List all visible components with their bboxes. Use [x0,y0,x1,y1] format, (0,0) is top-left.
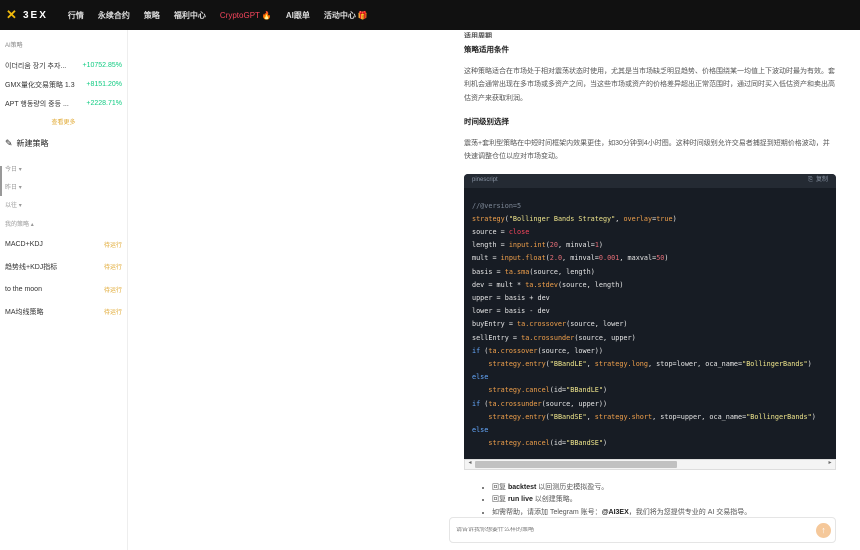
status-badge: 待运行 [103,287,122,294]
my-strategies-heading[interactable]: 我的策略 ▴ [5,219,122,228]
selection-indicator [0,166,2,196]
nav-cryptogpt-label: CryptoGPT [219,10,260,20]
cut-off-heading: 适用周期 [464,33,492,38]
top-strategy-name: 이더리움 장기 추자... [5,62,67,70]
logo-icon: ✕ [6,7,17,22]
nav-strategy[interactable]: 策略 [144,10,160,21]
new-strategy-label: 新建策略 [16,139,49,148]
copy-icon: ⎘ [808,176,813,183]
logo-text: 3EX [23,9,48,21]
my-strategies-label: 我的策略 [5,222,30,228]
chevron-down-icon: ▾ [18,167,22,173]
top-strategy-return: +10752.85% [82,62,122,69]
top-strategy-item[interactable]: GMX量化交易策略 1.3 +8151.20% [5,75,122,94]
date-group-today[interactable]: 今日 ▾ [5,161,122,179]
code-block: pinescript ⎘ 复制 //@version=5 strategy("B… [464,173,836,459]
my-strategy-name: MACD+KDJ [5,240,43,248]
date-group-label: 今日 [5,167,18,173]
top-strategy-return: +2228.71% [86,100,122,107]
my-strategy-item[interactable]: to the moon 待运行 [5,278,122,301]
ai-strategy-heading: AI策略 [5,43,23,49]
section-title: 时间级别选择 [464,117,509,126]
chat-main: 适用周期 策略适用条件 这种策略适合在市场处于相对震荡状态时使用，尤其是当市场缺… [129,30,860,550]
date-group-earlier[interactable]: 以往 ▾ [5,197,122,215]
nav-events-label: 活动中心 [323,10,356,20]
horizontal-scrollbar[interactable]: ◂ ▸ [464,457,836,471]
top-nav: ✕ 3EX 行情 永续合约 策略 福利中心 CryptoGPT 🔥 AI跟单 活动… [0,0,860,30]
scroll-left-icon[interactable]: ◂ [465,457,475,471]
instruction-list: 回复 backtest 以回测历史模拟盈亏。 回复 run live 以创建策略… [464,482,836,520]
top-strategy-item[interactable]: 이더리움 장기 추자... +10752.85% [5,56,122,75]
nav-cryptogpt[interactable]: CryptoGPT 🔥 [220,11,272,20]
my-strategy-name: MA均线策略 [5,308,44,316]
chevron-down-icon: ▾ [18,203,22,209]
top-strategy-name: GMX量化交易策略 1.3 [5,81,75,89]
sidebar: AI策略 이더리움 장기 추자... +10752.85% GMX量化交易策略 … [0,30,128,550]
my-strategy-item[interactable]: MA均线策略 待运行 [5,301,122,324]
view-more-link[interactable]: 查看更多 [5,117,122,126]
chat-input-bar: ↑ [449,517,836,543]
my-strategy-name: to the moon [5,285,42,293]
nav-perpetual[interactable]: 永续合约 [98,10,130,21]
send-button[interactable]: ↑ [816,522,831,538]
status-badge: 待运行 [103,242,122,249]
chat-input[interactable] [456,527,816,533]
my-strategy-item[interactable]: 趋势线+KDJ指标 待运行 [5,256,122,279]
nav-events[interactable]: 活动中心 🎁 [324,10,368,21]
chat-message: 适用周期 策略适用条件 这种策略适合在市场处于相对震荡状态时使用，尤其是当市场缺… [464,30,836,519]
nav-market[interactable]: 行情 [68,10,84,21]
top-strategy-item[interactable]: APT 행동량의 중등 ... +2228.71% [5,94,122,113]
edit-icon: ✎ [5,138,13,148]
top-strategy-return: +8151.20% [86,81,122,88]
arrow-up-icon: ↑ [821,525,826,535]
chevron-up-icon: ▴ [30,222,34,228]
my-strategy-item[interactable]: MACD+KDJ 待运行 [5,233,122,256]
scroll-track[interactable] [475,460,825,468]
new-strategy-button[interactable]: ✎ 新建策略 [5,138,122,149]
nav-rewards[interactable]: 福利中心 [174,10,206,21]
my-strategy-name: 趋势线+KDJ指标 [5,263,58,271]
status-badge: 待运行 [103,265,122,272]
code-header: pinescript ⎘ 复制 [464,173,836,188]
logo[interactable]: ✕ 3EX [6,8,48,22]
copy-label: 复制 [815,176,828,183]
nav-ai-copy[interactable]: AI跟单 [286,10,310,21]
code-language: pinescript [472,176,498,183]
scroll-thumb[interactable] [475,460,677,468]
nav-items: 行情 永续合约 策略 福利中心 CryptoGPT 🔥 AI跟单 活动中心 🎁 [68,10,368,21]
list-item: 回复 run live 以创建策略。 [492,494,836,507]
date-group-label: 以往 [5,203,18,209]
section-title: 策略适用条件 [464,45,509,54]
section-text: 震荡+套利型策略在中短时间框架内效果更佳，如30分钟到4小时图。这种时间级别允许… [464,139,830,161]
top-strategy-name: APT 행동량의 중등 ... [5,100,69,108]
gift-icon: 🎁 [357,10,368,20]
list-item: 回复 backtest 以回测历史模拟盈亏。 [492,482,836,495]
code-content[interactable]: //@version=5 strategy("Bollinger Bands S… [464,188,836,459]
date-group-label: 昨日 [5,185,18,191]
scroll-right-icon[interactable]: ▸ [825,457,835,471]
section-text: 这种策略适合在市场处于相对震荡状态时使用，尤其是当市场缺乏明显趋势、价格围绕某一… [464,67,835,102]
fire-icon: 🔥 [261,10,272,20]
date-group-yesterday[interactable]: 昨日 ▾ [5,179,122,197]
status-badge: 待运行 [103,310,122,317]
chevron-down-icon: ▾ [18,185,22,191]
copy-button[interactable]: ⎘ 复制 [808,174,828,188]
